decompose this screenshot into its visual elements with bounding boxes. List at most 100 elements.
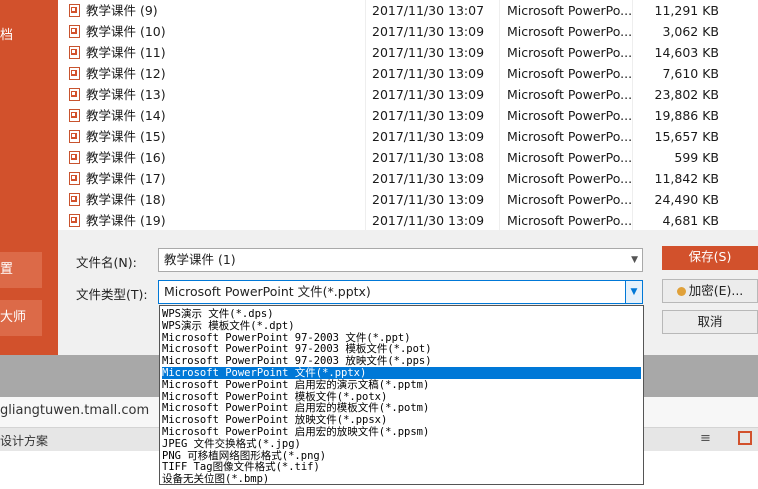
file-date: 2017/11/30 13:09	[372, 87, 485, 102]
file-row[interactable]: 教学课件 (14) 2017/11/30 13:09 Microsoft Power…	[58, 105, 758, 126]
filetype-option[interactable]: Microsoft PowerPoint 模板文件(*.potx)	[162, 391, 641, 403]
file-size: 14,603 KB	[654, 45, 719, 60]
ppt-file-icon	[69, 46, 80, 59]
filename-input[interactable]: 教学课件 (1) ▼	[158, 248, 643, 272]
ppt-file-icon	[69, 130, 80, 143]
file-size: 15,657 KB	[654, 129, 719, 144]
filetype-option[interactable]: Microsoft PowerPoint 文件(*.pptx)	[162, 367, 641, 379]
file-date: 2017/11/30 13:09	[372, 45, 485, 60]
file-type: Microsoft PowerPo...	[507, 24, 633, 39]
file-type: Microsoft PowerPo...	[507, 45, 633, 60]
filetype-option[interactable]: 设备无关位图(*.bmp)	[162, 473, 641, 484]
file-row[interactable]: 教学课件 (10) 2017/11/30 13:09 Microsoft Power…	[58, 21, 758, 42]
file-type: Microsoft PowerPo...	[507, 171, 633, 186]
file-row[interactable]: 教学课件 (18) 2017/11/30 13:09 Microsoft Power…	[58, 189, 758, 210]
filetype-option[interactable]: TIFF Tag图像文件格式(*.tif)	[162, 461, 641, 473]
filetype-option[interactable]: Microsoft PowerPoint 97-2003 文件(*.ppt)	[162, 332, 641, 344]
ppt-file-icon	[69, 109, 80, 122]
shield-icon	[676, 287, 686, 296]
file-type: Microsoft PowerPo...	[507, 150, 633, 165]
file-date: 2017/11/30 13:09	[372, 192, 485, 207]
encrypt-label: 加密(E)...	[688, 283, 744, 298]
file-type: Microsoft PowerPo...	[507, 108, 633, 123]
file-size: 24,490 KB	[654, 192, 719, 207]
file-name: 教学课件 (15)	[86, 129, 166, 144]
ppt-file-icon	[69, 151, 80, 164]
filetype-option[interactable]: WPS演示 模板文件(*.dpt)	[162, 320, 641, 332]
file-type: Microsoft PowerPo...	[507, 66, 633, 81]
file-size: 11,291 KB	[654, 3, 719, 18]
filetype-value: Microsoft PowerPoint 文件(*.pptx)	[164, 284, 371, 299]
file-name: 教学课件 (14)	[86, 108, 166, 123]
file-type: Microsoft PowerPo...	[507, 87, 633, 102]
file-date: 2017/11/30 13:09	[372, 66, 485, 81]
file-name: 教学课件 (13)	[86, 87, 166, 102]
file-date: 2017/11/30 13:09	[372, 24, 485, 39]
filename-value: 教学课件 (1)	[164, 252, 236, 267]
file-list: 教学课件 (9) 2017/11/30 13:07 Microsoft PowerP…	[58, 0, 758, 230]
ppt-file-icon	[69, 25, 80, 38]
file-row[interactable]: 教学课件 (13) 2017/11/30 13:09 Microsoft Power…	[58, 84, 758, 105]
file-row[interactable]: 教学课件 (9) 2017/11/30 13:07 Microsoft PowerP…	[58, 0, 758, 21]
left-panel-button-2[interactable]: 大师	[0, 300, 42, 336]
file-date: 2017/11/30 13:09	[372, 171, 485, 186]
file-row[interactable]: 教学课件 (17) 2017/11/30 13:09 Microsoft Power…	[58, 168, 758, 189]
file-size: 11,842 KB	[654, 171, 719, 186]
ppt-file-icon	[69, 214, 80, 227]
file-name: 教学课件 (19)	[86, 213, 166, 228]
filetype-option[interactable]: Microsoft PowerPoint 启用宏的放映文件(*.ppsm)	[162, 426, 641, 438]
file-name: 教学课件 (11)	[86, 45, 166, 60]
file-size: 7,610 KB	[662, 66, 719, 81]
file-row[interactable]: 教学课件 (16) 2017/11/30 13:08 Microsoft Power…	[58, 147, 758, 168]
file-name: 教学课件 (12)	[86, 66, 166, 81]
background-url-text: gliangtuwen.tmall.com	[0, 403, 150, 418]
filetype-option[interactable]: PNG 可移植网络图形格式(*.png)	[162, 450, 641, 462]
ppt-file-icon	[69, 193, 80, 206]
chevron-down-icon[interactable]: ▼	[625, 281, 642, 303]
filetype-select[interactable]: Microsoft PowerPoint 文件(*.pptx) ▼	[158, 280, 643, 304]
file-row[interactable]: 教学课件 (15) 2017/11/30 13:09 Microsoft Power…	[58, 126, 758, 147]
file-size: 4,681 KB	[662, 213, 719, 228]
filetype-option[interactable]: Microsoft PowerPoint 97-2003 模板文件(*.pot)	[162, 343, 641, 355]
file-size: 19,886 KB	[654, 108, 719, 123]
filename-label: 文件名(N):	[76, 255, 137, 270]
file-size: 599 KB	[674, 150, 719, 165]
filetype-option[interactable]: Microsoft PowerPoint 放映文件(*.ppsx)	[162, 414, 641, 426]
file-date: 2017/11/30 13:09	[372, 108, 485, 123]
filetype-option[interactable]: Microsoft PowerPoint 97-2003 放映文件(*.pps)	[162, 355, 641, 367]
ppt-file-icon	[69, 4, 80, 17]
file-size: 23,802 KB	[654, 87, 719, 102]
file-date: 2017/11/30 13:08	[372, 150, 485, 165]
file-name: 教学课件 (9)	[86, 3, 158, 18]
encrypt-button[interactable]: 加密(E)...	[662, 279, 758, 303]
cancel-button[interactable]: 取消	[662, 310, 758, 334]
file-type: Microsoft PowerPo...	[507, 213, 633, 228]
file-row[interactable]: 教学课件 (11) 2017/11/30 13:09 Microsoft Power…	[58, 42, 758, 63]
file-date: 2017/11/30 13:07	[372, 3, 485, 18]
file-type: Microsoft PowerPo...	[507, 129, 633, 144]
file-name: 教学课件 (16)	[86, 150, 166, 165]
file-size: 3,062 KB	[662, 24, 719, 39]
file-type: Microsoft PowerPo...	[507, 3, 633, 18]
left-panel: 档 置 大师	[0, 0, 58, 355]
file-row[interactable]: 教学课件 (12) 2017/11/30 13:09 Microsoft Power…	[58, 63, 758, 84]
filetype-option[interactable]: WPS演示 文件(*.dps)	[162, 308, 641, 320]
ppt-file-icon	[69, 67, 80, 80]
filetype-option[interactable]: Microsoft PowerPoint 启用宏的演示文稿(*.pptm)	[162, 379, 641, 391]
save-button[interactable]: 保存(S)	[662, 246, 758, 270]
file-name: 教学课件 (10)	[86, 24, 166, 39]
file-name: 教学课件 (17)	[86, 171, 166, 186]
file-row[interactable]: 教学课件 (19) 2017/11/30 13:09 Microsoft Power…	[58, 210, 758, 231]
filetype-dropdown-list[interactable]: WPS演示 文件(*.dps) WPS演示 模板文件(*.dpt) Microsof…	[159, 305, 644, 485]
filetype-label: 文件类型(T):	[76, 287, 148, 302]
slide-view-icon[interactable]	[738, 431, 752, 445]
file-type: Microsoft PowerPo...	[507, 192, 633, 207]
ppt-file-icon	[69, 88, 80, 101]
left-panel-button-1[interactable]: 置	[0, 252, 42, 288]
file-name: 教学课件 (18)	[86, 192, 166, 207]
filetype-option[interactable]: JPEG 文件交换格式(*.jpg)	[162, 438, 641, 450]
chevron-down-icon[interactable]: ▼	[631, 249, 638, 271]
filetype-option[interactable]: Microsoft PowerPoint 启用宏的模板文件(*.potm)	[162, 402, 641, 414]
file-date: 2017/11/30 13:09	[372, 129, 485, 144]
list-view-icon[interactable]: ≡	[700, 431, 711, 446]
